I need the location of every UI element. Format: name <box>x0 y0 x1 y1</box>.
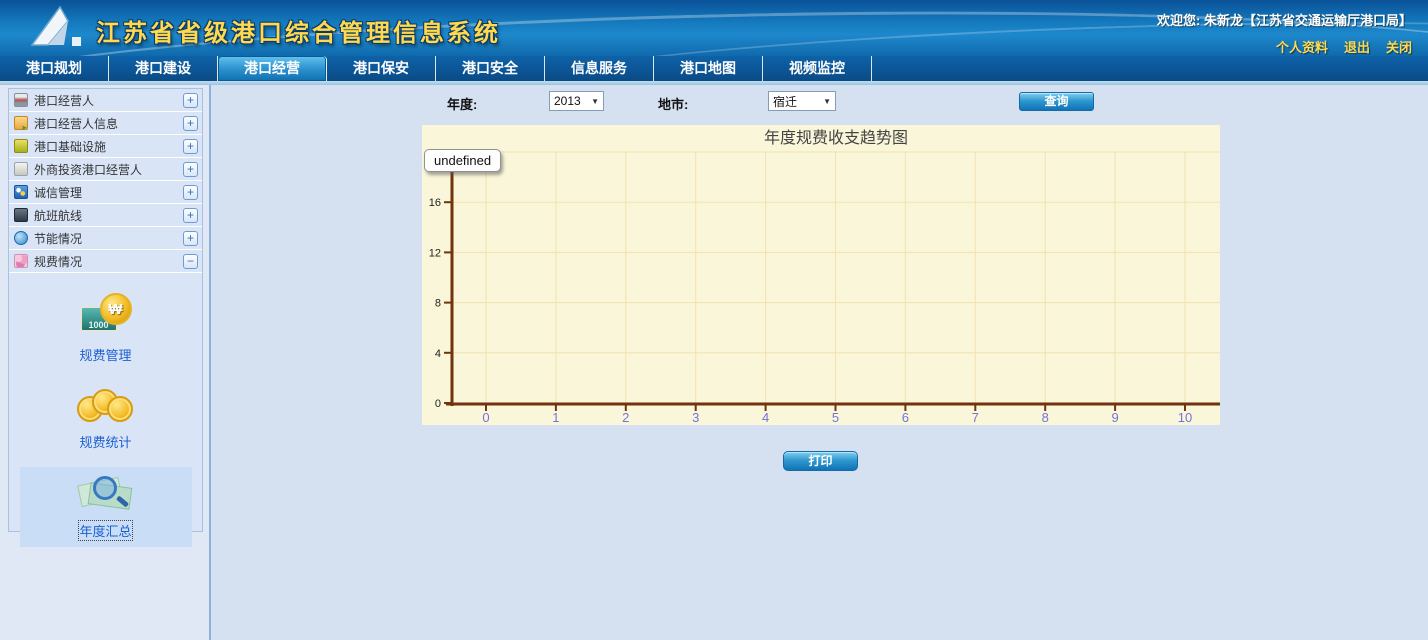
sidebar-item-routes[interactable]: 航班航线 + <box>9 204 202 227</box>
svg-text:8: 8 <box>1042 410 1049 425</box>
header: 江苏省省级港口综合管理信息系统 欢迎您: 朱新龙【江苏省交通运输厅港口局】 个人… <box>0 0 1428 56</box>
expand-toggle[interactable]: + <box>183 116 198 131</box>
tab-port-construction[interactable]: 港口建设 <box>109 56 218 81</box>
svg-text:16: 16 <box>429 197 441 209</box>
submenu-item-annual-summary[interactable]: 年度汇总 <box>20 467 192 547</box>
expand-toggle[interactable]: + <box>183 93 198 108</box>
expand-toggle[interactable]: + <box>183 139 198 154</box>
tab-port-safety[interactable]: 港口安全 <box>436 56 545 81</box>
tab-port-planning[interactable]: 港口规划 <box>0 56 109 81</box>
route-icon <box>14 208 28 222</box>
collapse-toggle[interactable]: − <box>183 254 198 269</box>
city-select[interactable]: 宿迁 ▼ <box>768 91 836 111</box>
sidebar-item-infrastructure[interactable]: 港口基础设施 + <box>9 135 202 158</box>
svg-text:9: 9 <box>1111 410 1118 425</box>
submenu-item-fee-management[interactable]: 1000 ₩ 规费管理 <box>78 293 134 364</box>
svg-text:12: 12 <box>429 247 441 259</box>
photo-icon <box>14 93 28 107</box>
logout-link[interactable]: 退出 <box>1344 37 1370 56</box>
sidebar-panel: 港口经营人 + 港口经营人信息 + 港口基础设施 + 外商投资港口经营人 + 诚… <box>8 88 203 532</box>
year-label: 年度: <box>447 94 477 113</box>
svg-text:7: 7 <box>972 410 979 425</box>
expand-toggle[interactable]: + <box>183 162 198 177</box>
main-nav: 港口规划 港口建设 港口经营 港口保安 港口安全 信息服务 港口地图 视频监控 <box>0 56 1428 81</box>
sidebar: 港口经营人 + 港口经营人信息 + 港口基础设施 + 外商投资港口经营人 + 诚… <box>0 85 211 640</box>
expand-toggle[interactable]: + <box>183 208 198 223</box>
tab-video-monitor[interactable]: 视频监控 <box>763 56 872 81</box>
trend-chart: 0481216012345678910年度规费收支趋势图 undefined <box>422 125 1220 425</box>
svg-text:1: 1 <box>552 410 559 425</box>
fee-submenu: 1000 ₩ 规费管理 规费统计 年度汇总 <box>9 273 202 547</box>
fee-management-coin-icon: 1000 ₩ <box>78 293 134 339</box>
welcome-text: 欢迎您: 朱新龙【江苏省交通运输厅港口局】 <box>1157 10 1412 29</box>
sidebar-item-integrity[interactable]: 诚信管理 + <box>9 181 202 204</box>
header-links: 个人资料 退出 关闭 <box>1276 37 1412 56</box>
sidebar-item-foreign-investors[interactable]: 外商投资港口经营人 + <box>9 158 202 181</box>
infrastructure-icon <box>14 139 28 153</box>
city-label: 地市: <box>658 94 688 113</box>
svg-text:0: 0 <box>482 410 489 425</box>
tab-port-operation[interactable]: 港口经营 <box>218 56 327 81</box>
year-select[interactable]: 2013 ▼ <box>549 91 604 111</box>
search-button[interactable]: 查询 <box>1019 92 1094 111</box>
chart-legend: undefined <box>424 149 501 172</box>
chart-canvas: 0481216012345678910年度规费收支趋势图 <box>422 125 1220 425</box>
page-title: 江苏省省级港口综合管理信息系统 <box>96 13 501 48</box>
tab-info-service[interactable]: 信息服务 <box>545 56 654 81</box>
folder-arrow-icon <box>14 116 28 130</box>
submenu-item-fee-statistics[interactable]: 规费统计 <box>77 386 135 451</box>
fee-statistics-coins-icon <box>77 386 135 426</box>
expand-toggle[interactable]: + <box>183 231 198 246</box>
investor-doc-icon <box>14 162 28 176</box>
sidebar-item-energy[interactable]: 节能情况 + <box>9 227 202 250</box>
sidebar-item-operator-info[interactable]: 港口经营人信息 + <box>9 112 202 135</box>
chevron-down-icon: ▼ <box>823 97 831 106</box>
tab-port-security[interactable]: 港口保安 <box>327 56 436 81</box>
sidebar-item-port-operators[interactable]: 港口经营人 + <box>9 89 202 112</box>
svg-text:4: 4 <box>762 410 769 425</box>
svg-text:2: 2 <box>622 410 629 425</box>
sidebar-item-fees[interactable]: 规费情况 − <box>9 250 202 273</box>
fee-flower-icon <box>14 254 28 268</box>
annual-summary-magnifier-icon <box>77 474 135 514</box>
svg-text:6: 6 <box>902 410 909 425</box>
main-content: 年度: 2013 ▼ 地市: 宿迁 ▼ 查询 04812160123456789… <box>213 85 1428 640</box>
tab-port-map[interactable]: 港口地图 <box>654 56 763 81</box>
print-button[interactable]: 打印 <box>783 451 858 471</box>
energy-globe-icon <box>14 231 28 245</box>
expand-toggle[interactable]: + <box>183 185 198 200</box>
svg-text:10: 10 <box>1178 410 1192 425</box>
close-link[interactable]: 关闭 <box>1386 37 1412 56</box>
page: 江苏省省级港口综合管理信息系统 欢迎您: 朱新龙【江苏省交通运输厅港口局】 个人… <box>0 0 1428 640</box>
integrity-icon <box>14 185 28 199</box>
chevron-down-icon: ▼ <box>591 97 599 106</box>
svg-text:5: 5 <box>832 410 839 425</box>
svg-text:0: 0 <box>435 398 441 410</box>
svg-text:4: 4 <box>435 348 441 360</box>
svg-text:8: 8 <box>435 298 441 310</box>
svg-text:3: 3 <box>692 410 699 425</box>
profile-link[interactable]: 个人资料 <box>1276 37 1328 56</box>
app-logo-icon <box>30 5 90 51</box>
svg-text:年度规费收支趋势图: 年度规费收支趋势图 <box>764 129 908 147</box>
